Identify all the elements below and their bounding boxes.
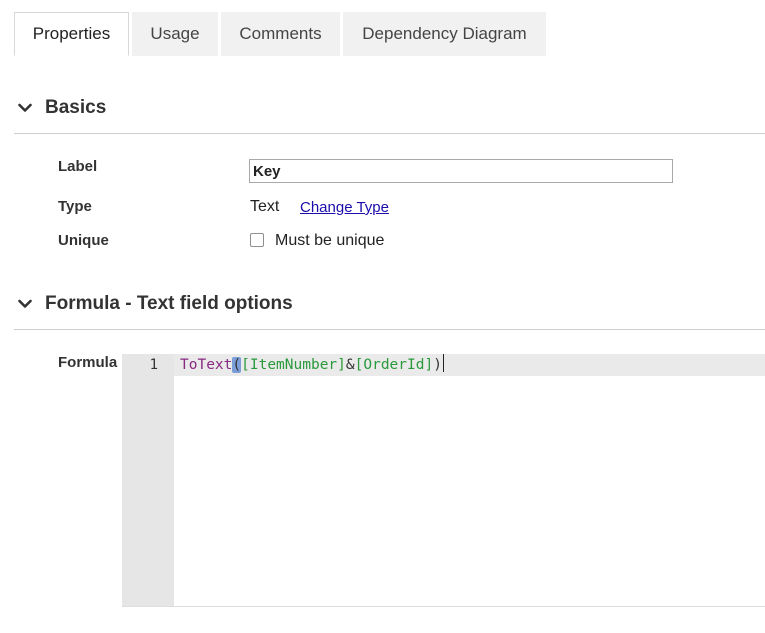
change-type-link[interactable]: Change Type (300, 199, 389, 216)
function-token: ToText (180, 357, 233, 373)
chevron-down-icon (14, 97, 36, 119)
tab-bar: Properties Usage Comments Dependency Dia… (14, 12, 549, 56)
field-reference-token: [ItemNumber] (241, 357, 346, 373)
formula-field-label: Formula (58, 354, 118, 371)
basics-section-header[interactable]: Basics (14, 91, 106, 125)
code-area[interactable]: ToText([ItemNumber]&[OrderId]) (174, 354, 765, 606)
label-input[interactable] (249, 159, 673, 183)
tab-comments[interactable]: Comments (221, 12, 340, 56)
must-be-unique-label[interactable]: Must be unique (275, 232, 384, 250)
chevron-down-icon (14, 293, 36, 315)
tab-properties[interactable]: Properties (14, 12, 129, 56)
editor-gutter: 1 (122, 354, 174, 606)
unique-field-label: Unique (58, 232, 109, 249)
formula-section-title: Formula - Text field options (45, 293, 293, 314)
field-reference-token: [OrderId] (354, 357, 434, 373)
line-number: 1 (149, 357, 158, 373)
operator-token: & (345, 357, 355, 373)
type-field-label: Type (58, 198, 92, 215)
formula-section-header[interactable]: Formula - Text field options (14, 287, 293, 321)
tab-usage[interactable]: Usage (132, 12, 218, 56)
formula-editor[interactable]: 1 ToText([ItemNumber]&[OrderId]) (122, 354, 765, 607)
label-field-label: Label (58, 158, 98, 175)
basics-divider (14, 133, 765, 134)
tab-dependency-diagram[interactable]: Dependency Diagram (343, 12, 546, 56)
close-paren-token: ) (433, 357, 442, 373)
open-paren-token: ( (232, 357, 242, 373)
text-cursor (442, 354, 444, 372)
code-line[interactable]: ToText([ItemNumber]&[OrderId]) (180, 354, 444, 376)
type-value: Text (250, 198, 280, 215)
basics-section-title: Basics (45, 97, 107, 118)
formula-divider (14, 329, 765, 330)
must-be-unique-checkbox[interactable] (250, 233, 264, 247)
